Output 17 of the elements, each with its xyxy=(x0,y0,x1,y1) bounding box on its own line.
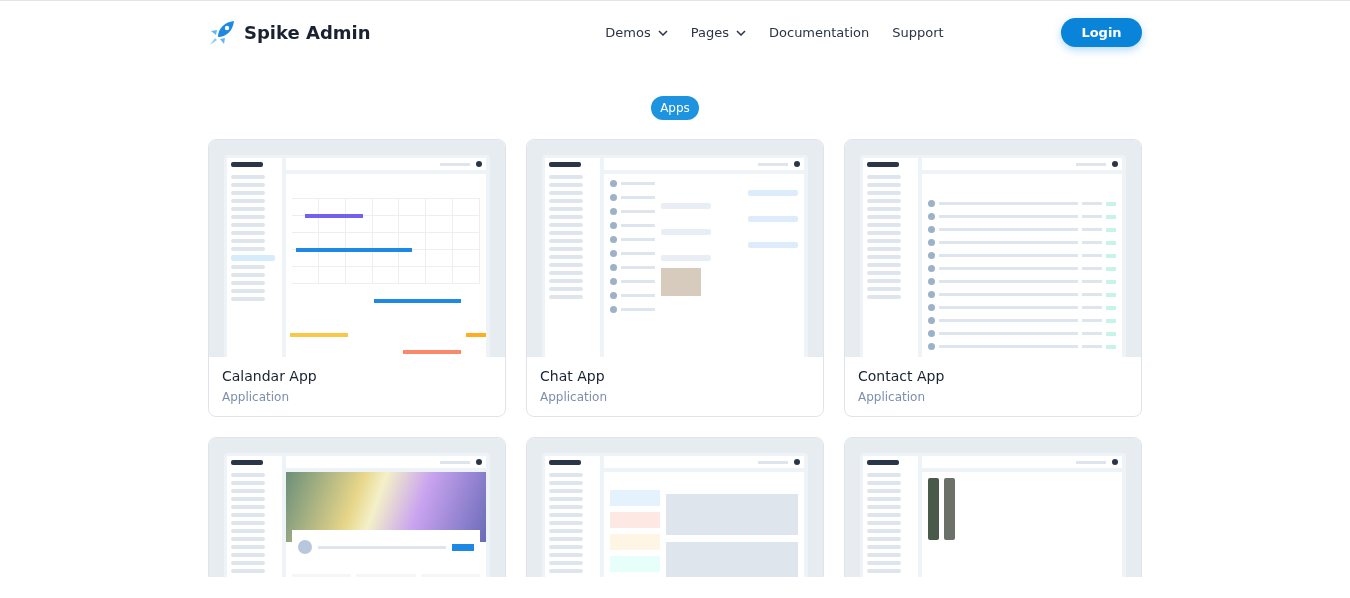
brand-name: Spike Admin xyxy=(244,22,371,43)
card-subtitle: Application xyxy=(858,390,927,404)
login-button[interactable]: Login xyxy=(1061,18,1142,47)
nav-dropdown[interactable]: Demos xyxy=(605,25,668,40)
card-title: Calandar App xyxy=(222,368,318,384)
app-card[interactable]: Contact App Application xyxy=(844,139,1142,417)
rocket-logo-icon xyxy=(208,18,236,47)
nav-link[interactable]: Documentation xyxy=(769,25,870,40)
card-title: Chat App xyxy=(540,368,606,384)
app-card[interactable]: Calandar App Application xyxy=(208,139,506,417)
card-subtitle: Application xyxy=(540,390,609,404)
nav-dropdown[interactable]: Pages xyxy=(690,25,746,40)
card-subtitle: Application xyxy=(222,390,291,404)
card-title: Contact App xyxy=(858,368,946,384)
app-card[interactable]: Chat App Application xyxy=(526,139,824,417)
section-badge: Apps xyxy=(651,96,699,120)
nav-link[interactable]: Support xyxy=(892,25,944,40)
